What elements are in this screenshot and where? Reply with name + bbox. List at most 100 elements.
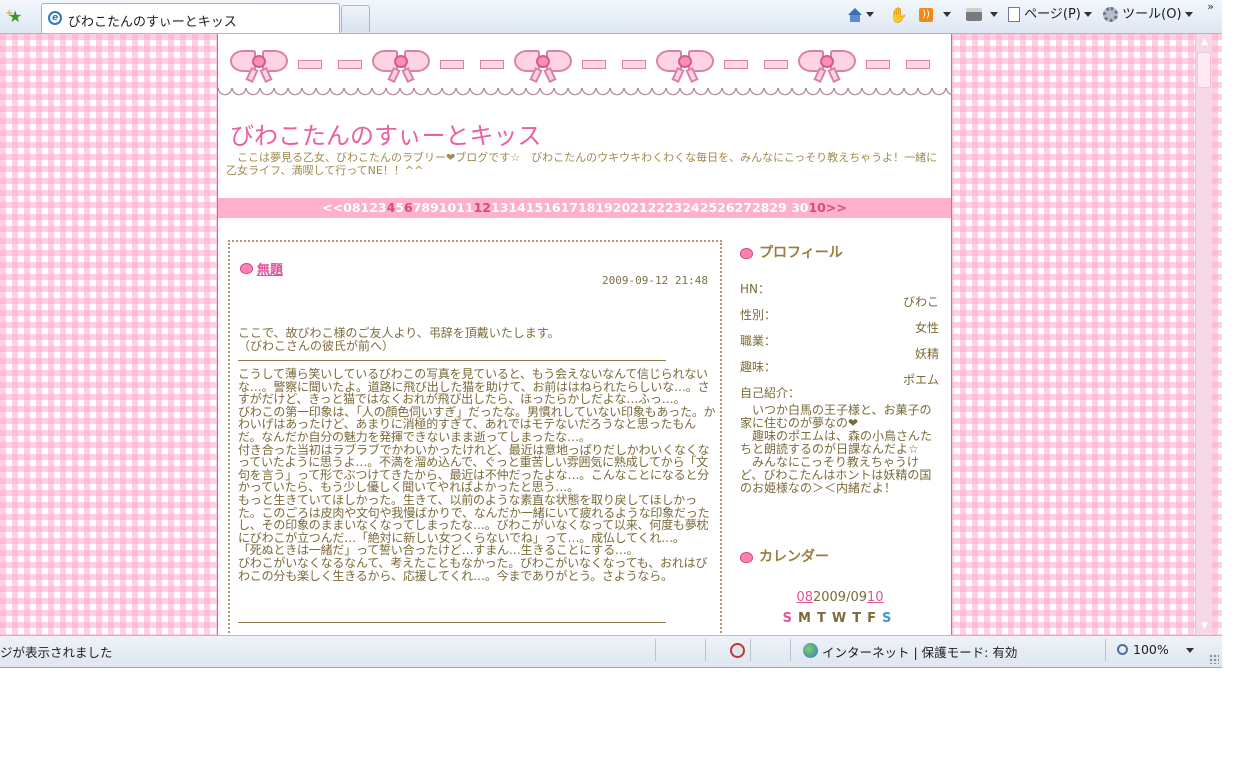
weekday: S: [782, 611, 799, 626]
chevron-down-icon: [1083, 12, 1092, 17]
weekday: F: [867, 611, 882, 626]
hand-icon: ✋: [889, 6, 908, 24]
ribbon-dash: [906, 59, 930, 69]
profile-job-value: 妖精: [914, 347, 939, 361]
blog-title[interactable]: びわこたんのすぃーとキッス: [230, 116, 542, 151]
nav-day-highlight[interactable]: 12: [474, 200, 491, 215]
ribbon-dash: [724, 59, 748, 69]
blog-entry: 無題 2009-09-12 21:48 ここで、故びわこ様のご友人より、弔辞を頂…: [228, 240, 722, 635]
add-favorites-icon[interactable]: ★ +: [5, 8, 28, 26]
nav-next-month[interactable]: 10>>: [808, 200, 846, 215]
new-tab-button[interactable]: [341, 5, 370, 32]
bow-banner: [218, 44, 951, 84]
divider: [238, 360, 666, 361]
zoom-icon: [1117, 644, 1128, 655]
status-separator: [750, 639, 751, 661]
status-separator: [1105, 639, 1106, 661]
entry-title[interactable]: 無題: [257, 259, 283, 278]
weekday: M: [798, 611, 817, 626]
status-separator: [705, 639, 706, 661]
resize-grip[interactable]: [1209, 654, 1219, 664]
browser-tab[interactable]: e びわこたんのすぃーとキッス: [41, 3, 340, 33]
ribbon-bow-icon: [228, 46, 290, 84]
print-button[interactable]: [966, 6, 998, 28]
nav-days[interactable]: 7891011: [413, 200, 474, 215]
hand-button[interactable]: ✋: [889, 6, 908, 28]
ribbon-dash: [582, 59, 606, 69]
calendar-current-month: 2009/09: [812, 590, 867, 605]
calendar: 082009/0910 SMTWTFS: [740, 590, 940, 626]
ie-icon: e: [48, 11, 62, 25]
profile-heading: プロフィール: [740, 242, 843, 262]
nav-prev-month[interactable]: <<08: [322, 200, 360, 215]
ribbon-dash: [338, 59, 362, 69]
chevron-down-icon[interactable]: [1186, 648, 1194, 653]
profile-hn-label: HN：: [740, 282, 771, 296]
nav-days[interactable]: 1314151617181920212223242526272829 30: [491, 200, 808, 215]
bow-group: [654, 46, 796, 84]
status-bar: ジが表示されました インターネット | 保護モード: 有効 100%: [0, 635, 1222, 667]
ribbon-bow-icon: [654, 46, 716, 84]
scroll-thumb[interactable]: [1197, 52, 1211, 88]
bow-group: [228, 46, 370, 84]
profile-job-label: 職業：: [740, 334, 777, 348]
security-zone[interactable]: インターネット | 保護モード: 有効: [822, 642, 1017, 661]
tools-menu-button[interactable]: ツール(O): [1103, 6, 1193, 28]
ribbon-dash: [440, 59, 464, 69]
ribbon-bow-icon: [512, 46, 574, 84]
page-viewport: びわこたんのすぃーとキッス ここは夢見る乙女、びわこたんのラブリー❤ブログです☆…: [0, 34, 1222, 635]
page-menu-button[interactable]: ページ(P): [1008, 6, 1092, 28]
nav-day-highlight[interactable]: 4: [387, 200, 396, 215]
scroll-down-icon[interactable]: ▼: [1196, 618, 1213, 635]
ribbon-bow-icon: [796, 46, 858, 84]
bow-group: [796, 46, 938, 84]
chevron-down-icon: [866, 12, 874, 17]
heart-icon: [740, 551, 753, 563]
chevron-down-icon: [1184, 12, 1193, 17]
tools-menu-label: ツール(O): [1122, 7, 1182, 22]
tab-title: びわこたんのすぃーとキッス: [68, 15, 237, 30]
zoom-level[interactable]: 100%: [1133, 642, 1169, 657]
ribbon-dash: [480, 59, 504, 69]
globe-icon: [803, 643, 818, 658]
weekday: T: [816, 611, 832, 626]
ribbon-dash: [298, 59, 322, 69]
lace-border: [218, 88, 951, 102]
nav-days[interactable]: 123: [361, 200, 387, 215]
calendar-heading: カレンダー: [740, 546, 829, 566]
profile-hobby-value: ポエム: [902, 373, 939, 387]
weekday: W: [831, 611, 853, 626]
bow-group: [512, 46, 654, 84]
scroll-up-icon[interactable]: ▲: [1196, 34, 1213, 51]
page-icon: [1008, 7, 1020, 22]
profile-gender-label: 性別：: [740, 308, 777, 322]
toolbar-overflow-icon[interactable]: »: [1207, 0, 1214, 13]
home-icon: [847, 7, 863, 22]
nav-days[interactable]: 5: [395, 200, 404, 215]
browser-toolbar: ★ + e びわこたんのすぃーとキッス ✋ )) ページ(P) ツール(O) »: [0, 0, 1222, 34]
status-separator: [655, 639, 656, 661]
privacy-icon[interactable]: [730, 643, 745, 658]
entry-body: こうして薄ら笑いしているびわこの写真を見ていると、もう会えないなんて信じられない…: [238, 367, 716, 583]
ribbon-dash: [764, 59, 788, 69]
page-menu-label: ページ(P): [1024, 7, 1081, 22]
feeds-button[interactable]: )): [919, 6, 951, 28]
weekday: S: [881, 611, 898, 626]
calendar-weekdays: SMTWTFS: [740, 611, 940, 626]
calendar-next-month[interactable]: 10: [867, 590, 884, 605]
calendar-prev-month[interactable]: 08: [796, 590, 813, 605]
status-separator: [790, 639, 791, 661]
heart-icon: [240, 263, 253, 274]
gear-icon: [1103, 7, 1118, 22]
weekday: T: [852, 611, 868, 626]
profile-intro-text: いつか白馬の王子様と、お菓子の家に住むのが夢なの❤ 趣味のポエムは、森の小鳥さん…: [740, 403, 933, 495]
rss-icon: )): [919, 7, 933, 22]
calendar-nav: 082009/0910: [740, 590, 940, 605]
home-button[interactable]: [847, 6, 874, 28]
blog-description: ここは夢見る乙女、びわこたんのラブリー❤ブログです☆ びわこたんのウキウキわくわ…: [226, 151, 938, 177]
print-icon: [966, 8, 982, 21]
vertical-scrollbar[interactable]: ▲ ▼: [1195, 34, 1212, 635]
date-navigation: <<08123456789101112131415161718192021222…: [218, 198, 951, 218]
chevron-down-icon: [943, 12, 951, 17]
nav-day-highlight[interactable]: 6: [404, 200, 413, 215]
